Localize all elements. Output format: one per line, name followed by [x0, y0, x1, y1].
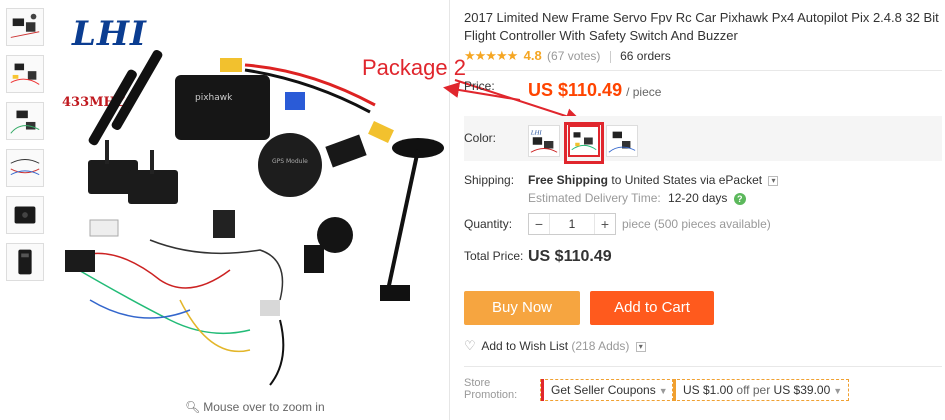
thumbnail-2[interactable] [6, 55, 44, 93]
delivery-estimate: Estimated Delivery Time: 12-20 days ? [528, 191, 746, 205]
magnifier-icon: 🔍︎ [185, 400, 201, 414]
price-unit: / piece [626, 85, 662, 99]
zoom-hint: 🔍︎ Mouse over to zoom in [185, 400, 325, 414]
zoom-hint-text: Mouse over to zoom in [203, 400, 325, 414]
shipping-destination: to United States via ePacket [611, 173, 763, 187]
thumbnail-4[interactable] [6, 149, 44, 187]
wishlist-dropdown-icon[interactable]: ▾ [635, 341, 646, 352]
add-to-wishlist[interactable]: ♡ Add to Wish List (218 Adds) ▾ [464, 338, 646, 354]
store-promotion-label: Store Promotion: [464, 377, 517, 401]
total-price-label: Total Price: [464, 249, 524, 263]
quantity-label: Quantity: [464, 217, 513, 231]
discount-amount: US $1.00 [683, 383, 734, 397]
wishlist-count: (218 Adds) [571, 339, 630, 353]
svg-text:GPS Module: GPS Module [272, 158, 308, 165]
thumbnail-6[interactable] [6, 243, 44, 281]
rating-row: ★★★★★ 4.8 (67 votes) 66 orders [464, 48, 671, 64]
package-annotation-label: Package 2 [362, 55, 466, 80]
rating-value: 4.8 [523, 48, 542, 63]
coupon-label: Get Seller Coupons [551, 383, 656, 397]
color-option-package-1[interactable]: LHI [528, 125, 560, 157]
promo-label-line2: Promotion: [464, 389, 518, 401]
thumbnail-5[interactable] [6, 196, 44, 234]
heart-icon: ♡ [464, 338, 476, 353]
color-label: Color: [464, 131, 497, 145]
delivery-label: Estimated Delivery Time: [528, 191, 661, 205]
svg-text:LHI: LHI [530, 130, 543, 136]
seller-coupons-button[interactable]: Get Seller Coupons ▼ [540, 379, 675, 401]
divider-line [464, 70, 942, 71]
separator [609, 50, 611, 63]
shipping-dropdown-icon[interactable]: ▾ [768, 175, 779, 186]
quantity-available: piece (500 pieces available) [622, 217, 771, 231]
chevron-down-icon: ▼ [833, 386, 843, 396]
discount-off-text: off per [736, 383, 771, 397]
add-to-cart-button[interactable]: Add to Cart [590, 291, 714, 325]
delivery-days: 12-20 days [668, 191, 728, 205]
thumbnail-strip [6, 8, 46, 290]
star-rating-icon: ★★★★★ [464, 48, 518, 63]
thumbnail-1[interactable] [6, 8, 44, 46]
total-price-value: US $110.49 [528, 248, 612, 265]
thumbnail-3[interactable] [6, 102, 44, 140]
price-label: Price: [464, 79, 495, 93]
selected-swatch-highlight [564, 122, 604, 164]
quantity-input[interactable]: 1 [549, 214, 595, 234]
divider-line [464, 366, 942, 367]
shipping-label: Shipping: [464, 173, 515, 187]
discount-threshold: US $39.00 [773, 383, 831, 397]
price-value: US $110.49/ piece [528, 80, 661, 101]
quantity-increase-button[interactable]: + [595, 214, 615, 234]
quantity-stepper: − 1 + [528, 213, 616, 235]
product-title: 2017 Limited New Frame Servo Fpv Rc Car … [464, 10, 939, 43]
promo-label-line1: Store [464, 377, 491, 389]
help-icon[interactable]: ? [733, 192, 746, 205]
votes-count[interactable]: (67 votes) [547, 49, 600, 63]
wishlist-label: Add to Wish List [481, 339, 569, 353]
free-shipping-text: Free Shipping [528, 173, 609, 187]
store-discount-coupon[interactable]: US $1.00 off per US $39.00 ▼ [672, 379, 850, 401]
orders-count: 66 orders [620, 49, 671, 63]
quantity-decrease-button[interactable]: − [529, 214, 549, 234]
chevron-down-icon: ▼ [658, 386, 668, 396]
color-option-package-3[interactable] [606, 125, 638, 157]
shipping-method: Free Shipping to United States via ePack… [528, 173, 779, 187]
price-amount: US $110.49 [528, 80, 623, 100]
svg-text:pixhawk: pixhawk [195, 93, 233, 103]
buy-now-button[interactable]: Buy Now [464, 291, 580, 325]
